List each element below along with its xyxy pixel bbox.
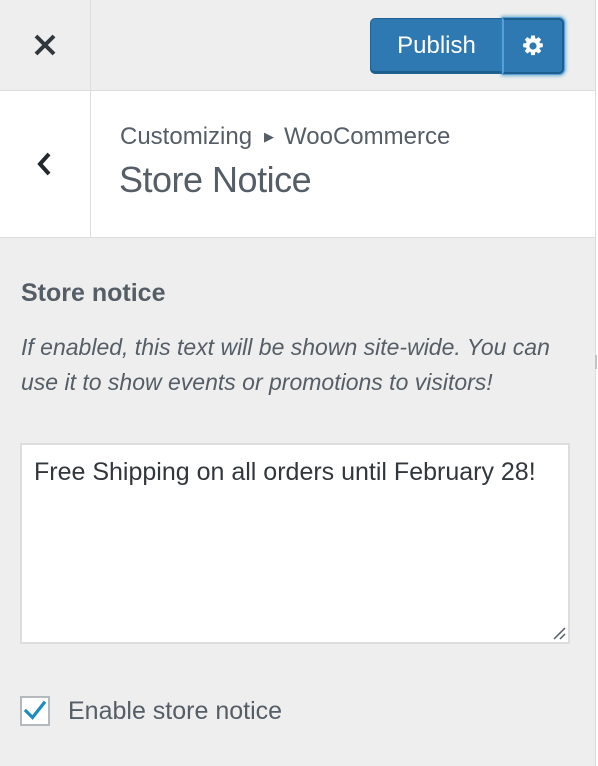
breadcrumb-current: WooCommerce (284, 123, 451, 150)
customizer-panel: Publish Customizing ▶ WooCommerce Store … (0, 0, 598, 766)
checkbox-label: Enable store notice (68, 696, 283, 725)
textarea-value: Free Shipping on all orders until Februa… (34, 458, 536, 486)
close-button[interactable] (0, 0, 91, 90)
chevron-left-icon (37, 152, 51, 176)
breadcrumb-root: Customizing (120, 123, 253, 150)
gear-icon (523, 35, 543, 56)
breadcrumb: Customizing ▶ WooCommerce (120, 123, 450, 151)
page-title: Store Notice (119, 159, 312, 200)
enable-store-notice-option[interactable]: Enable store notice (20, 696, 282, 726)
publish-button[interactable]: Publish (370, 18, 503, 74)
control-description: If enabled, this text will be shown site… (21, 334, 550, 395)
control-title: Store notice (21, 279, 166, 307)
control-area: Store notice If enabled, this text will … (0, 238, 595, 766)
store-notice-textarea[interactable]: Free Shipping on all orders until Februa… (20, 443, 570, 644)
back-button[interactable] (0, 91, 91, 237)
enable-store-notice-checkbox[interactable] (20, 696, 50, 726)
resize-handle-icon[interactable] (550, 624, 566, 640)
publish-button-group: Publish (370, 18, 564, 74)
scroll-indicator (595, 355, 597, 369)
customizer-header: Publish (0, 0, 595, 91)
checkmark-icon (23, 700, 47, 720)
publish-settings-button[interactable] (503, 18, 564, 74)
caret-right-icon: ▶ (264, 129, 275, 144)
section-header: Customizing ▶ WooCommerce Store Notice (0, 91, 595, 238)
close-icon (34, 34, 56, 56)
